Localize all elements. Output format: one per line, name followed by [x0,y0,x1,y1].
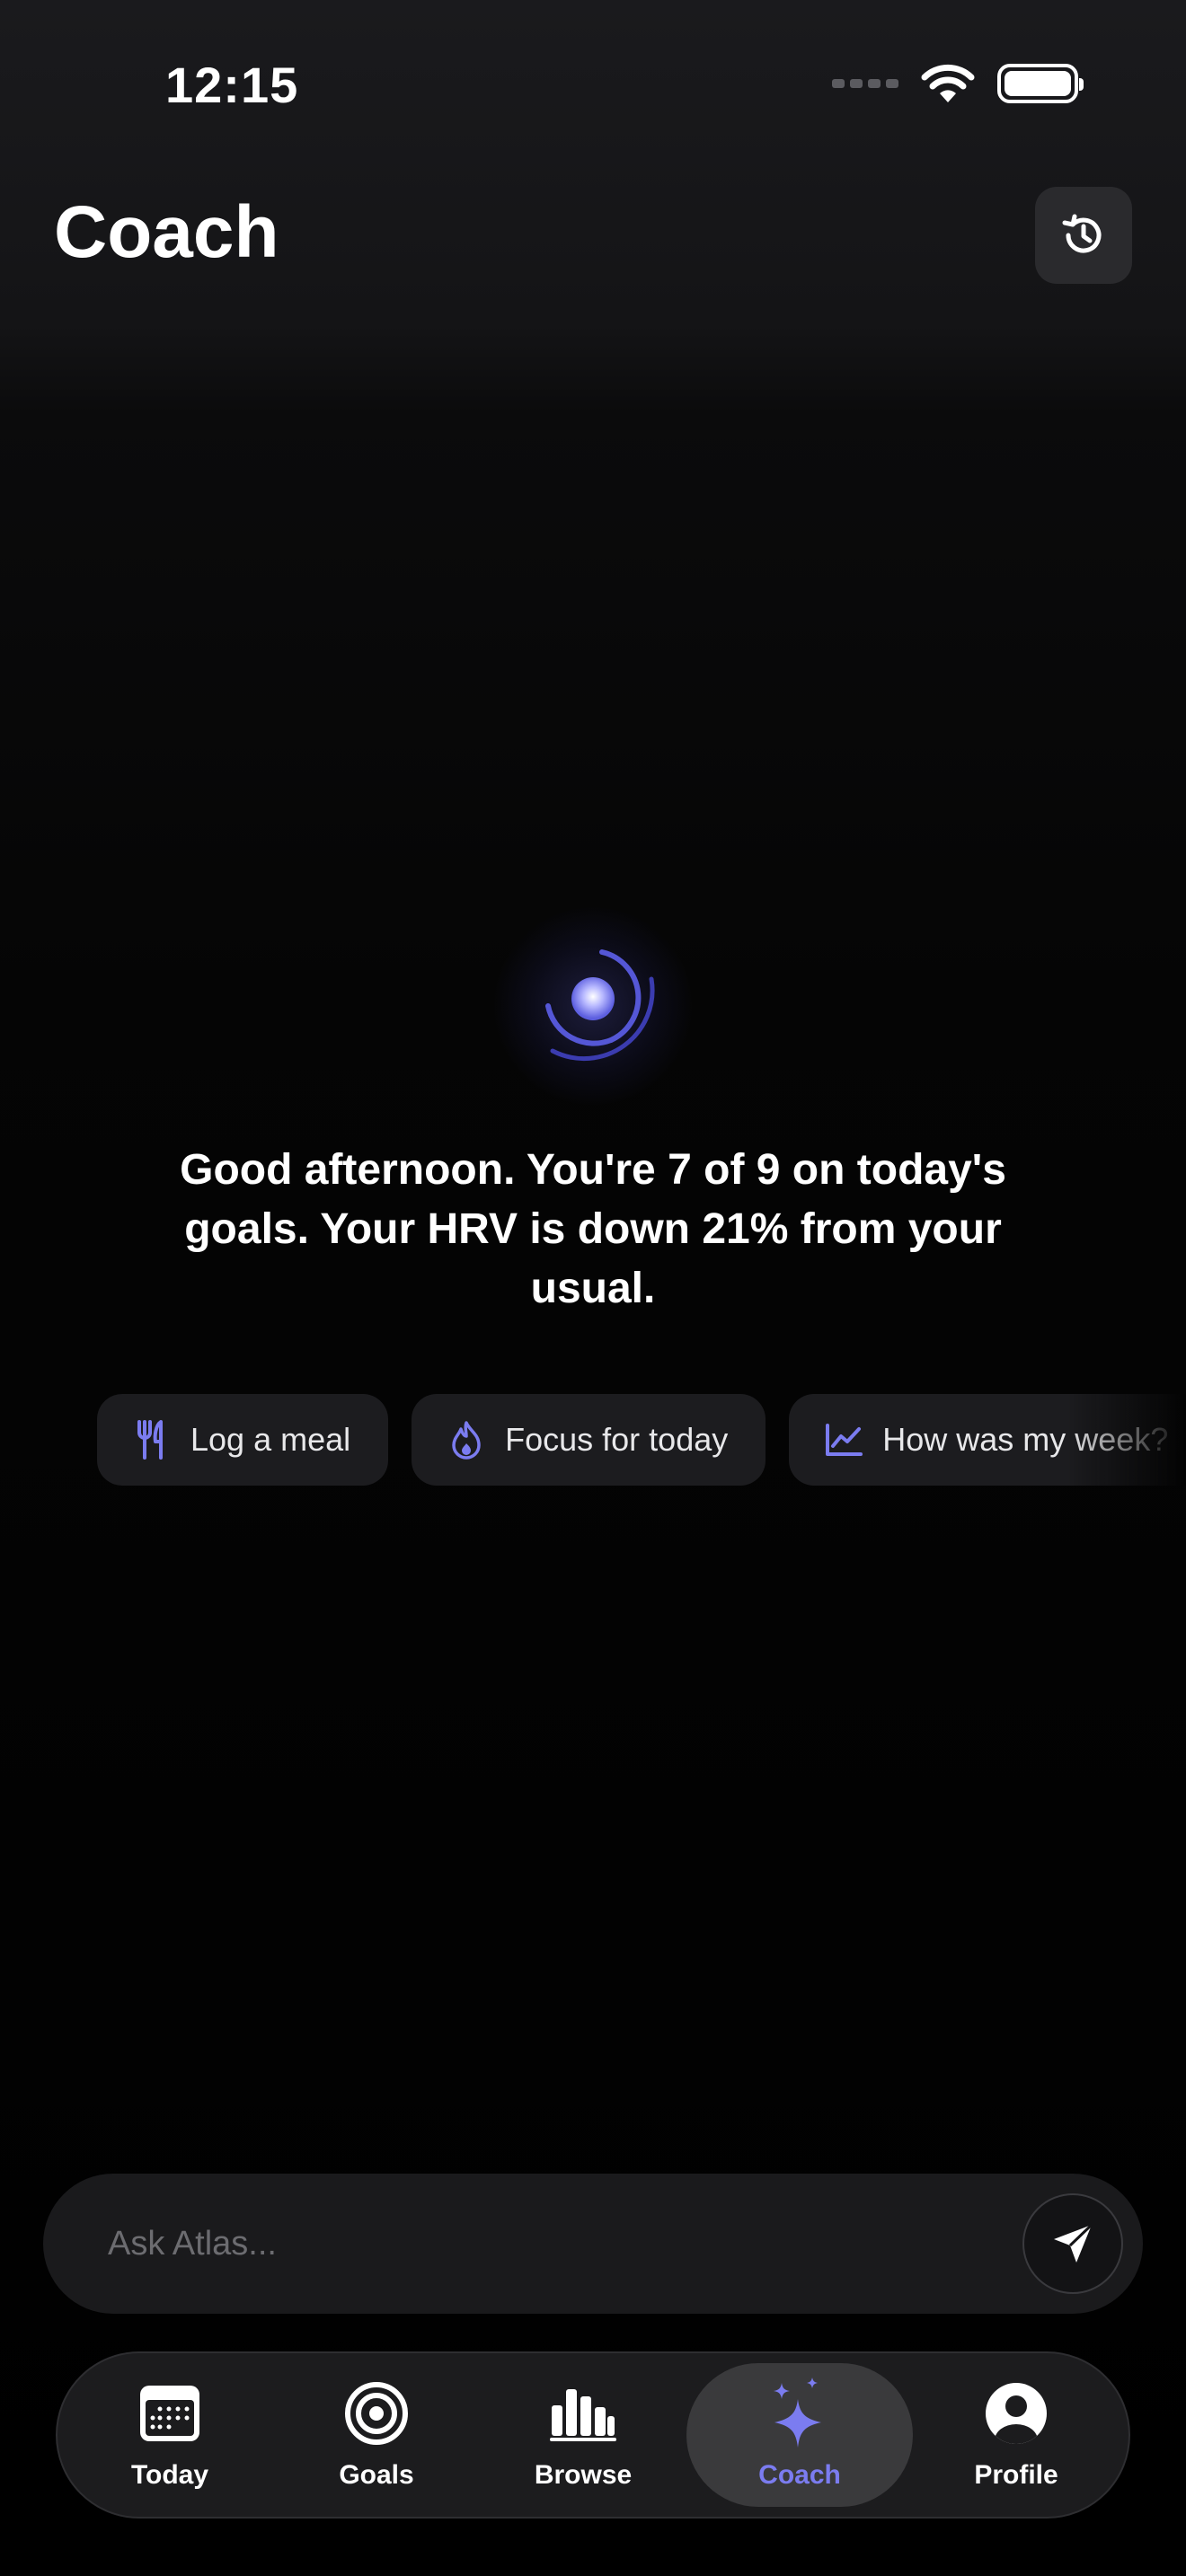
fork-knife-icon [133,1420,171,1460]
tab-label: Profile [974,2460,1058,2490]
page-title: Coach [54,191,279,273]
tab-today[interactable]: Today [66,2363,273,2507]
history-icon [1062,214,1102,253]
ask-input[interactable] [108,2174,988,2314]
bar-chart-icon [549,2379,617,2448]
tab-bar: Today Goals Browse Coach Profile [56,2351,1130,2519]
calendar-icon [136,2379,204,2448]
status-bar: 12:15 [0,0,1186,180]
chip-label: Focus for today [505,1421,729,1458]
tab-goals[interactable]: Goals [273,2363,480,2507]
chip-focus-today[interactable]: Focus for today [412,1394,766,1486]
send-button[interactable] [1022,2193,1123,2294]
tab-profile[interactable]: Profile [913,2363,1120,2507]
target-icon [342,2379,411,2448]
status-indicators [832,63,1084,104]
battery-icon [997,64,1084,103]
wifi-icon [921,64,975,102]
coach-screen: 12:15 Coach Good afternoon. You're 7 of … [0,0,1186,2576]
tab-label: Goals [339,2460,414,2490]
chip-label: Log a meal [190,1421,351,1458]
tab-label: Coach [758,2460,841,2490]
cellular-signal-icon [832,79,898,88]
ask-bar [43,2174,1143,2314]
coach-orb-icon [545,949,655,1062]
send-icon [1054,2223,1093,2263]
person-icon [982,2379,1050,2448]
chip-label: How was my week? [882,1421,1169,1458]
chip-log-meal[interactable]: Log a meal [97,1394,389,1486]
flame-icon [447,1421,485,1460]
trend-chart-icon [825,1421,863,1459]
sparkle-icon [766,2378,834,2448]
suggestion-chips: Log a meal Focus for today How was my we… [97,1394,1186,1487]
status-time: 12:15 [165,57,299,113]
tab-label: Browse [534,2460,633,2490]
tab-browse[interactable]: Browse [480,2363,686,2507]
history-button[interactable] [1035,187,1132,284]
coach-greeting: Good afternoon. You're 7 of 9 on today's… [180,1146,1006,1312]
chip-weekly-review[interactable]: How was my week? [789,1394,1186,1486]
coach-orb [485,898,701,1114]
tab-label: Today [130,2460,209,2490]
tab-coach[interactable]: Coach [686,2363,913,2507]
